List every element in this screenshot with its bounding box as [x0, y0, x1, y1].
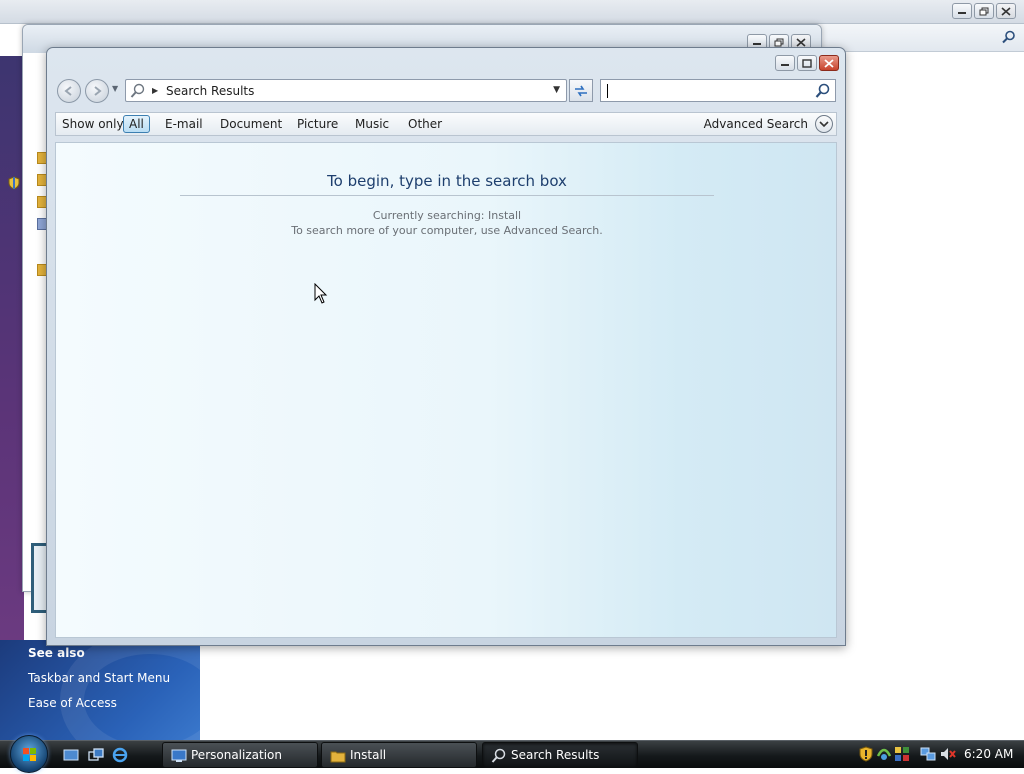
show-only-label: Show only: — [62, 117, 127, 131]
search-window-titlebar[interactable] — [47, 48, 845, 76]
minimize-button[interactable] — [952, 3, 972, 19]
close-icon — [796, 37, 806, 47]
see-also-panel: See also Taskbar and Start Menu Ease of … — [0, 640, 200, 740]
arrow-left-icon — [64, 86, 72, 96]
divider — [180, 195, 714, 196]
show-desktop-icon[interactable] — [63, 747, 79, 763]
close-button[interactable] — [996, 3, 1016, 19]
filter-music[interactable]: Music — [355, 117, 389, 131]
search-results-content: To begin, type in the search box Current… — [55, 142, 837, 638]
search-icon — [130, 83, 145, 98]
restore-icon — [774, 38, 784, 46]
see-also-title: See also — [28, 646, 85, 660]
search-window-caption-buttons — [775, 55, 839, 71]
breadcrumb-separator-icon[interactable]: ▶ — [152, 86, 158, 95]
windows-sidebar-icon[interactable] — [876, 746, 892, 762]
minimize-icon — [958, 12, 966, 14]
taskbar-button-label: Search Results — [511, 748, 600, 762]
security-shield-icon — [8, 176, 20, 190]
refresh-icon — [575, 85, 587, 96]
search-icon — [491, 748, 506, 763]
filter-document[interactable]: Document — [220, 117, 282, 131]
taskbar-button-label: Install — [350, 748, 387, 762]
filter-other[interactable]: Other — [408, 117, 442, 131]
arrow-right-icon — [94, 86, 102, 96]
restore-button[interactable] — [974, 3, 994, 19]
filter-all[interactable]: All — [123, 115, 150, 133]
windows-logo-icon — [23, 748, 36, 761]
windows-defender-icon[interactable] — [894, 746, 910, 762]
personalization-icon — [171, 749, 187, 762]
advanced-search-hint: To search more of your computer, use Adv… — [291, 224, 603, 237]
start-button[interactable] — [10, 735, 48, 773]
back-button[interactable] — [57, 79, 81, 103]
taskbar-button-personalization[interactable]: Personalization — [162, 742, 318, 768]
switch-windows-icon[interactable] — [88, 747, 104, 763]
taskbar-button-install[interactable]: Install — [321, 742, 477, 768]
empty-state-heading: To begin, type in the search box — [327, 172, 567, 190]
close-icon — [1001, 6, 1011, 16]
taskbar-start-menu-link[interactable]: Taskbar and Start Menu — [28, 671, 170, 685]
maximize-icon — [802, 58, 812, 68]
navigation-bar: ▼ ▶ Search Results ▼ — [47, 76, 845, 106]
advanced-search-link[interactable]: Advanced Search — [704, 117, 808, 131]
maximize-button[interactable] — [797, 55, 817, 71]
filter-picture[interactable]: Picture — [297, 117, 338, 131]
taskbar-button-label: Personalization — [191, 748, 282, 762]
volume-muted-icon[interactable] — [940, 746, 956, 762]
advanced-search-button[interactable] — [815, 115, 833, 133]
search-input[interactable] — [600, 79, 836, 102]
security-alert-icon[interactable] — [858, 746, 874, 762]
taskbar-button-search-results[interactable]: Search Results — [482, 742, 638, 768]
internet-explorer-icon[interactable] — [112, 747, 128, 763]
close-icon — [824, 58, 834, 68]
refresh-button[interactable] — [569, 79, 593, 102]
mouse-cursor-icon — [314, 283, 328, 304]
filter-bar: Show only: All E-mail Document Picture M… — [55, 112, 837, 136]
search-results-window: ▼ ▶ Search Results ▼ Show only: All E-ma… — [46, 47, 846, 646]
filter-email[interactable]: E-mail — [165, 117, 203, 131]
network-icon[interactable] — [920, 746, 936, 762]
forward-button[interactable] — [85, 79, 109, 103]
address-location[interactable]: Search Results — [166, 84, 254, 98]
current-search-scope: Currently searching: Install — [372, 209, 522, 222]
minimize-icon — [781, 64, 789, 66]
restore-icon — [979, 7, 989, 15]
address-dropdown-icon[interactable]: ▼ — [553, 85, 560, 95]
ease-of-access-link[interactable]: Ease of Access — [28, 696, 117, 710]
notification-area: 6:20 AM — [852, 741, 1024, 769]
recent-pages-dropdown[interactable]: ▼ — [112, 84, 118, 93]
system-clock[interactable]: 6:20 AM — [964, 747, 1013, 761]
search-icon[interactable] — [815, 83, 831, 99]
text-caret — [607, 84, 608, 98]
folder-icon — [330, 751, 346, 763]
close-button[interactable] — [819, 55, 839, 71]
minimize-icon — [753, 43, 761, 45]
background-window-titlebar — [0, 0, 1024, 24]
background-window-caption-buttons — [952, 3, 1016, 19]
chevron-down-icon — [819, 121, 829, 128]
minimize-button[interactable] — [775, 55, 795, 71]
taskbar: Personalization Install Search Results 6… — [0, 735, 1024, 773]
address-bar[interactable]: ▶ Search Results ▼ — [125, 79, 567, 102]
search-icon[interactable] — [1002, 30, 1016, 44]
desktop-wallpaper — [0, 56, 24, 640]
background-window-search-bar — [820, 24, 1024, 52]
